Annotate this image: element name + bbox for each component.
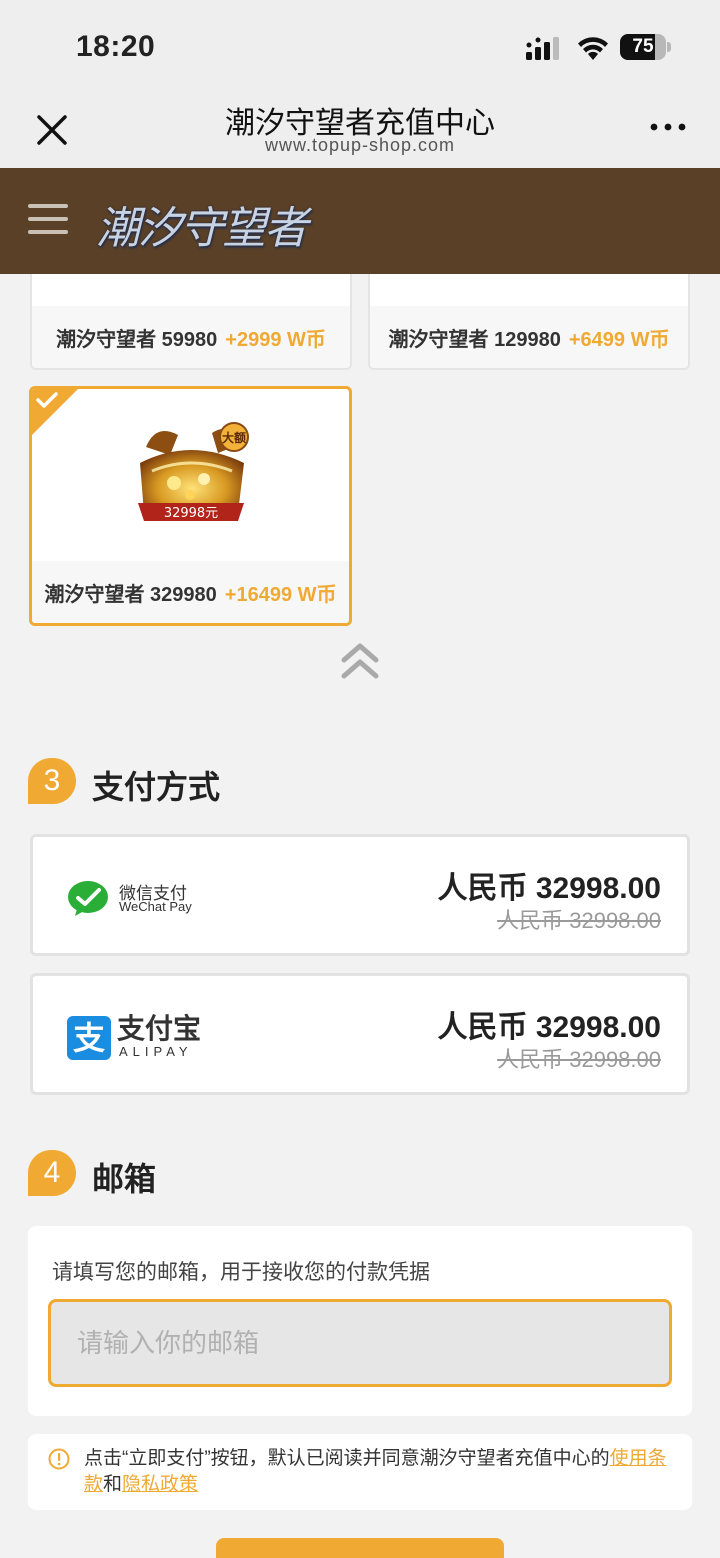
site-header: 潮汐守望者 [0, 168, 720, 274]
notice-body: 点击“立即支付”按钮，默认已阅读并同意潮汐守望者充值中心的 [84, 1448, 610, 1469]
section-title: 支付方式 [92, 769, 221, 805]
more-options-icon[interactable] [648, 112, 688, 142]
status-time: 18:20 [76, 30, 156, 63]
product-bonus: +6499 W币 [568, 328, 670, 351]
product-name: 潮汐守望者 59980 [56, 328, 218, 351]
hamburger-menu-icon[interactable] [28, 204, 68, 238]
payment-price: 人民币 32998.00 [437, 872, 661, 905]
product-card[interactable]: 潮汐守望者 129980 +6499 W币 [368, 274, 690, 370]
product-bonus: +2999 W币 [225, 328, 326, 351]
brand-logo[interactable]: 潮汐守望者 [96, 192, 308, 256]
notice-text: 点击“立即支付”按钮，默认已阅读并同意潮汐守望者充值中心的使用条款和隐私政策 [84, 1446, 668, 1498]
product-card-selected[interactable]: 大额 32998元 潮汐守望者 329980 +16499 W币 [29, 386, 352, 626]
product-name: 潮汐守望者 329980 [44, 583, 217, 606]
email-input[interactable] [48, 1299, 672, 1387]
payment-original-price: 人民币 32998.00 [497, 908, 661, 933]
wechat-icon [68, 881, 108, 916]
product-label: 潮汐守望者 59980 +2999 W币 [32, 306, 350, 368]
payment-original-price: 人民币 32998.00 [497, 1047, 661, 1072]
alipay-option[interactable]: 支 支付宝 ALIPAY 人民币 32998.00 人民币 32998.00 [30, 973, 690, 1095]
wifi-icon [578, 37, 608, 60]
alipay-name-en: ALIPAY [119, 1044, 193, 1059]
status-bar: 18:20 75 [0, 0, 720, 90]
product-name: 潮汐守望者 129980 [388, 328, 561, 351]
info-icon [48, 1448, 70, 1470]
wechat-pay-option[interactable]: 微信支付 WeChat Pay 人民币 32998.00 人民币 32998.0… [30, 834, 690, 956]
product-label: 潮汐守望者 129980 +6499 W币 [370, 306, 688, 368]
alipay-name: 支付宝 [117, 1013, 202, 1044]
battery-icon: 75 [620, 34, 672, 62]
email-panel: 请填写您的邮箱，用于接收您的付款凭据 [28, 1226, 692, 1416]
nav-bar: 潮汐守望者充值中心 www.topup-shop.com [0, 90, 720, 168]
payment-price: 人民币 32998.00 [437, 1011, 661, 1044]
alipay-icon: 支 [67, 1016, 111, 1060]
battery-percent: 75 [632, 36, 654, 57]
product-label: 潮汐守望者 329980 +16499 W币 [32, 561, 349, 623]
privacy-policy-link[interactable]: 隐私政策 [122, 1474, 198, 1495]
checkmark-icon [36, 392, 58, 408]
cellular-signal-icon [526, 37, 559, 60]
pay-now-button[interactable] [216, 1538, 504, 1558]
collapse-up-icon[interactable] [340, 640, 380, 682]
main-content: 潮汐守望者 59980 +2999 W币 潮汐守望者 129980 +6499 … [0, 274, 720, 1558]
wechat-pay-name-en: WeChat Pay [119, 899, 192, 914]
terms-notice: 点击“立即支付”按钮，默认已阅读并同意潮汐守望者充值中心的使用条款和隐私政策 [28, 1434, 692, 1510]
step-badge: 4 [28, 1150, 76, 1196]
wechat-pay-logo: 微信支付 WeChat Pay [67, 875, 197, 923]
treasure-chest-image: 大额 32998元 [138, 422, 249, 521]
product-card[interactable]: 潮汐守望者 59980 +2999 W币 [30, 274, 352, 370]
chest-price-label: 32998元 [164, 506, 218, 521]
email-hint: 请填写您的邮箱，用于接收您的付款凭据 [52, 1261, 430, 1284]
notice-and: 和 [103, 1474, 123, 1495]
alipay-logo: 支 支付宝 ALIPAY [67, 1014, 201, 1062]
page-url: www.topup-shop.com [264, 135, 456, 155]
large-amount-badge: 大额 [222, 430, 246, 445]
product-bonus: +16499 W币 [224, 583, 337, 606]
step-badge: 3 [28, 758, 76, 804]
section-title: 邮箱 [92, 1161, 157, 1197]
